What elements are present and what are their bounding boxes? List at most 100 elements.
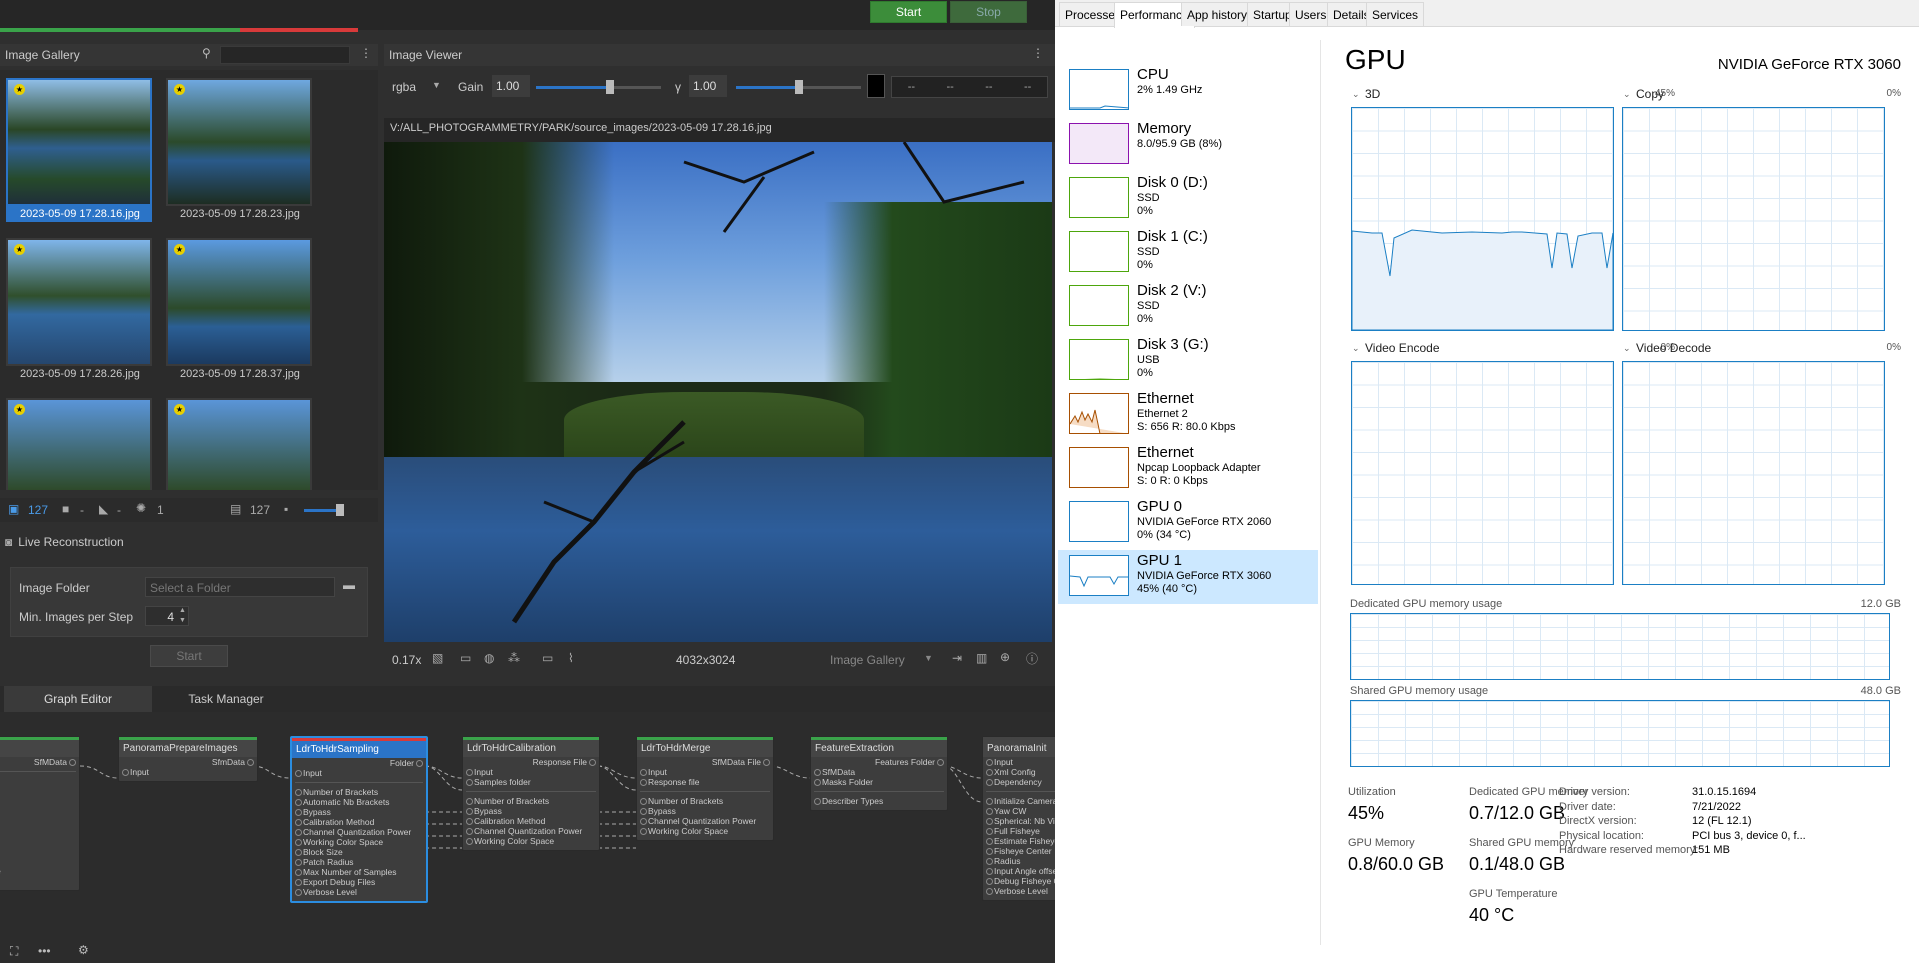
node-param[interactable]: Channel Quantization Power: [637, 816, 773, 826]
node-param[interactable]: Verbose Level: [983, 886, 1055, 896]
spinbox-arrows-icon[interactable]: ▲ ▼: [179, 606, 186, 626]
node-param[interactable]: Max Number of Samples: [292, 867, 426, 877]
node-title[interactable]: [0, 737, 79, 757]
tab-task-manager[interactable]: Task Manager: [156, 686, 296, 712]
node-input[interactable]: SfMData: [811, 767, 947, 777]
sidebar-item-ethernet[interactable]: Ethernet Npcap Loopback Adapter S: 0 R: 0 …: [1058, 442, 1318, 496]
gear-icon[interactable]: ⚙: [78, 943, 89, 957]
viewer-source-select[interactable]: Image Gallery: [830, 653, 905, 667]
graph-line-icon[interactable]: ⌇: [568, 651, 574, 665]
sidebar-item-disk-1-c-[interactable]: Disk 1 (C:) SSD 0%: [1058, 226, 1318, 280]
gallery-thumb-3[interactable]: ★: [6, 238, 152, 366]
node-param[interactable]: d: [0, 876, 79, 886]
hatch-icon[interactable]: ▧: [432, 651, 443, 665]
live-start-button[interactable]: Start: [150, 645, 228, 667]
node-input[interactable]: Xml Config: [983, 767, 1055, 777]
node-input[interactable]: Dependency: [983, 777, 1055, 787]
node-param[interactable]: Automatic Nb Brackets: [292, 797, 426, 807]
gamma-slider-handle[interactable]: [794, 80, 803, 94]
aperture-icon[interactable]: ✺: [136, 501, 146, 515]
graph-canvas[interactable]: SfMData usen Profile Infoatabase earchW Vi…: [0, 712, 1055, 963]
node-title[interactable]: LdrToHdrSampling: [292, 738, 426, 758]
node-param[interactable]: Working Color Space: [637, 826, 773, 836]
node-param[interactable]: atabase: [0, 796, 79, 806]
node-param[interactable]: Channel Quantization Power: [292, 827, 426, 837]
tab-graph-editor[interactable]: Graph Editor: [4, 686, 152, 712]
sidebar-item-memory[interactable]: Memory 8.0/95.9 GB (8%): [1058, 118, 1318, 172]
node-output[interactable]: SfMData File: [637, 757, 773, 767]
node-param[interactable]: Spherical: Nb View: [983, 816, 1055, 826]
node-param[interactable]: Initialize Cameras: [983, 796, 1055, 806]
camera-icon[interactable]: ■: [62, 502, 69, 516]
node-title[interactable]: LdrToHdrCalibration: [463, 737, 599, 757]
node-title[interactable]: FeatureExtraction: [811, 737, 947, 757]
graph-node[interactable]: LdrToHdrCalibration Response File Input Sam…: [462, 736, 600, 851]
gallery-thumb-5[interactable]: ★: [6, 398, 152, 490]
node-param[interactable]: Calibration Method: [292, 817, 426, 827]
node-param[interactable]: Estimate Fisheye C: [983, 836, 1055, 846]
sidebar-item-disk-3-g-[interactable]: Disk 3 (G:) USB 0%: [1058, 334, 1318, 388]
node-input[interactable]: Response file: [637, 777, 773, 787]
node-input[interactable]: Input: [983, 757, 1055, 767]
node-param[interactable]: Working Color Space: [463, 836, 599, 846]
graph-node[interactable]: LdrToHdrSampling Folder Input Number of Bra…: [290, 736, 428, 903]
engine-copy-label[interactable]: Copy: [1636, 87, 1664, 101]
tab-users[interactable]: Users: [1289, 2, 1333, 26]
chevron-down-icon[interactable]: ⌄: [1623, 343, 1631, 354]
node-param[interactable]: W View: [0, 826, 79, 836]
image-icon[interactable]: ▣: [8, 502, 19, 516]
graph-node[interactable]: PanoramaPrepareImages SfmData Input: [118, 736, 258, 782]
engine-3d-label[interactable]: 3D: [1365, 87, 1380, 101]
node-param[interactable]: Full Fisheye: [983, 826, 1055, 836]
sidebar-item-gpu-1[interactable]: GPU 1 NVIDIA GeForce RTX 3060 45% (40 °C): [1058, 550, 1318, 604]
engine-video-decode-label[interactable]: Video Decode: [1636, 341, 1711, 355]
image-folder-input[interactable]: Select a Folder: [145, 577, 335, 597]
node-input[interactable]: Input: [292, 768, 426, 778]
node-param[interactable]: [0, 806, 79, 816]
node-input[interactable]: Input: [637, 767, 773, 777]
images-icon[interactable]: ▤: [230, 502, 241, 516]
graph-node[interactable]: SfMData usen Profile Infoatabase earchW Vi…: [0, 736, 80, 891]
node-param[interactable]: Number of Brackets: [637, 796, 773, 806]
chevron-down-icon[interactable]: ▼: [432, 80, 441, 90]
sidebar-item-disk-2-v-[interactable]: Disk 2 (V:) SSD 0%: [1058, 280, 1318, 334]
gallery-thumb-6[interactable]: ★: [166, 398, 312, 490]
export-icon[interactable]: ⇥: [952, 651, 962, 665]
sidebar-item-ethernet[interactable]: Ethernet Ethernet 2 S: 656 R: 80.0 Kbps: [1058, 388, 1318, 442]
node-param[interactable]: Fallback: [0, 836, 79, 846]
node-input[interactable]: Input: [463, 767, 599, 777]
start-button[interactable]: Start: [870, 1, 947, 23]
node-param[interactable]: Number of Brackets: [463, 796, 599, 806]
node-param[interactable]: ra Models: [0, 846, 79, 856]
node-param[interactable]: use: [0, 776, 79, 786]
gain-slider-handle[interactable]: [605, 80, 614, 94]
chevron-down-icon[interactable]: ⌄: [1352, 343, 1360, 354]
rectangle-icon[interactable]: ▭: [460, 651, 471, 665]
gamma-field[interactable]: 1.00: [689, 75, 727, 97]
gallery-thumb-1[interactable]: ★: [6, 78, 152, 206]
graph-node[interactable]: LdrToHdrMerge SfMData File Input Response f…: [636, 736, 774, 841]
slider-handle[interactable]: [336, 504, 344, 516]
node-param[interactable]: Radius: [983, 856, 1055, 866]
node-title[interactable]: PanoramaInit: [983, 737, 1055, 757]
engine-video-encode-label[interactable]: Video Encode: [1365, 341, 1440, 355]
gallery-menu-icon[interactable]: ⋮: [360, 46, 372, 60]
node-param[interactable]: Fisheye Center: [983, 846, 1055, 856]
histogram-icon[interactable]: ▥: [976, 651, 987, 665]
node-param[interactable]: Number of Brackets: [292, 787, 426, 797]
sidebar-item-disk-0-d-[interactable]: Disk 0 (D:) SSD 0%: [1058, 172, 1318, 226]
folder-icon[interactable]: ▬: [343, 578, 355, 592]
node-param[interactable]: Yaw CW: [983, 806, 1055, 816]
globe-icon[interactable]: ⊕: [1000, 650, 1010, 664]
node-input[interactable]: Input: [119, 767, 257, 777]
node-output[interactable]: SfMData: [0, 757, 79, 767]
points-icon[interactable]: ⁂: [508, 651, 520, 665]
camera-off-icon[interactable]: ◣: [99, 502, 108, 516]
node-param[interactable]: erpretation: [0, 856, 79, 866]
gallery-search-input[interactable]: [220, 46, 350, 64]
node-param[interactable]: Debug Fisheye Cir: [983, 876, 1055, 886]
viewer-image[interactable]: [384, 142, 1052, 642]
info-icon[interactable]: ⓘ: [1026, 650, 1038, 667]
viewer-menu-icon[interactable]: ⋮: [1032, 46, 1044, 60]
channel-mode-select[interactable]: rgba: [392, 80, 416, 94]
